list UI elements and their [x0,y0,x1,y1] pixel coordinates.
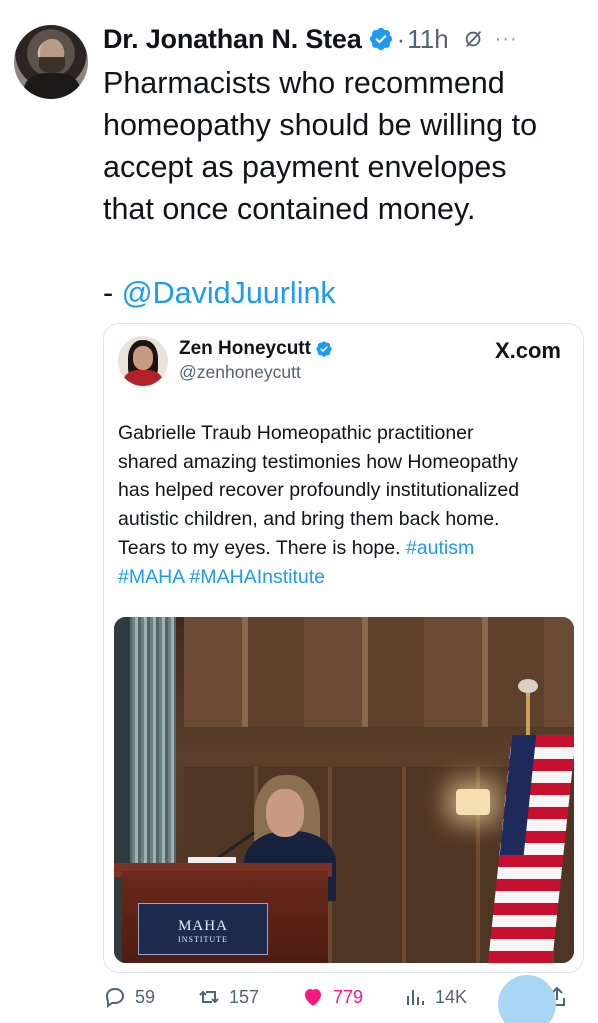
verified-badge-icon [316,341,332,357]
avatar-body [124,370,162,386]
source-label: X.com [494,338,561,363]
quoted-text-line: autistic children, and bring them back h… [118,508,500,531]
quoted-author-name-row: Zen Honeycutt [179,338,333,360]
avatar-face [133,346,153,370]
attribution-prefix: - [103,276,122,310]
quoted-text-line: Gabrielle Traub Homeopathic practitioner [118,422,474,444]
avatar-beard [39,57,65,73]
reply-button[interactable]: 59 [103,985,197,1009]
author-name[interactable]: Dr. Jonathan N. Stea [103,24,362,55]
author-avatar[interactable] [14,25,88,99]
tweet-text-line: homeopathy should be willing to [103,108,538,142]
mention-link[interactable]: @DavidJuurlink [122,276,336,310]
quoted-author-avatar[interactable] [118,336,168,386]
views-count: 14K [435,986,468,1007]
quoted-tweet-photo[interactable]: MAHA INSTITUTE [114,617,574,963]
pole-eagle [518,679,538,693]
like-icon [305,989,321,1006]
quoted-tweet-text: Gabrielle Traub Homeopathic practitioner… [118,419,573,591]
quoted-tweet-card[interactable]: Zen Honeycutt @zenhoneycutt X.com Gabrie… [103,323,584,973]
grok-icon[interactable] [463,28,485,50]
retweet-button[interactable]: 157 [197,985,301,1009]
hashtag-link[interactable]: #MAHA [118,566,184,588]
reply-count: 59 [135,986,156,1007]
quoted-text-line: shared amazing testimonies how Homeopath… [118,450,518,473]
podium-sign-subtitle: INSTITUTE [178,935,228,944]
retweet-icon [199,990,219,1004]
like-count: 779 [333,986,364,1007]
podium-sign-title: MAHA [178,918,228,934]
quoted-author-name[interactable]: Zen Honeycutt [179,338,311,360]
quoted-text-line: has helped recover profoundly institutio… [118,479,520,502]
quoted-text-line-with-hashtag: Tears to my eyes. There is hope. #autism [118,534,573,563]
avatar-body [24,73,80,99]
tweet-text: Pharmacists who recommend homeopathy sho… [103,62,583,314]
like-button[interactable]: 779 [301,985,403,1009]
views-icon [407,990,424,1005]
attribution-line: - @DavidJuurlink [103,272,583,314]
reply-icon [105,987,125,1008]
speaker-face [266,789,304,837]
wall-lamp [456,789,490,815]
hashtag-link[interactable]: #MAHAInstitute [190,566,325,588]
podium-sign: MAHA INSTITUTE [138,903,268,955]
quoted-author-handle[interactable]: @zenhoneycutt [179,362,301,383]
tweet-header: Dr. Jonathan N. Stea · 11h ··· [103,22,584,56]
tweet-text-line: Pharmacists who recommend [103,66,505,100]
wood-panel [184,617,574,727]
verified-badge-icon [369,27,392,51]
tweet-text-line: that once contained money. [103,192,476,226]
more-icon[interactable]: ··· [495,28,518,51]
time-separator: · [396,23,406,54]
quoted-text-line: Tears to my eyes. There is hope. [118,536,401,559]
hashtag-line: #MAHA #MAHAInstitute [118,563,573,592]
hashtag-link[interactable]: #autism [406,537,474,559]
retweet-count: 157 [229,986,260,1007]
views-button[interactable]: 14K [403,985,503,1009]
tweet-text-line: accept as payment envelopes [103,150,507,184]
tweet-time[interactable]: 11h [407,24,448,55]
